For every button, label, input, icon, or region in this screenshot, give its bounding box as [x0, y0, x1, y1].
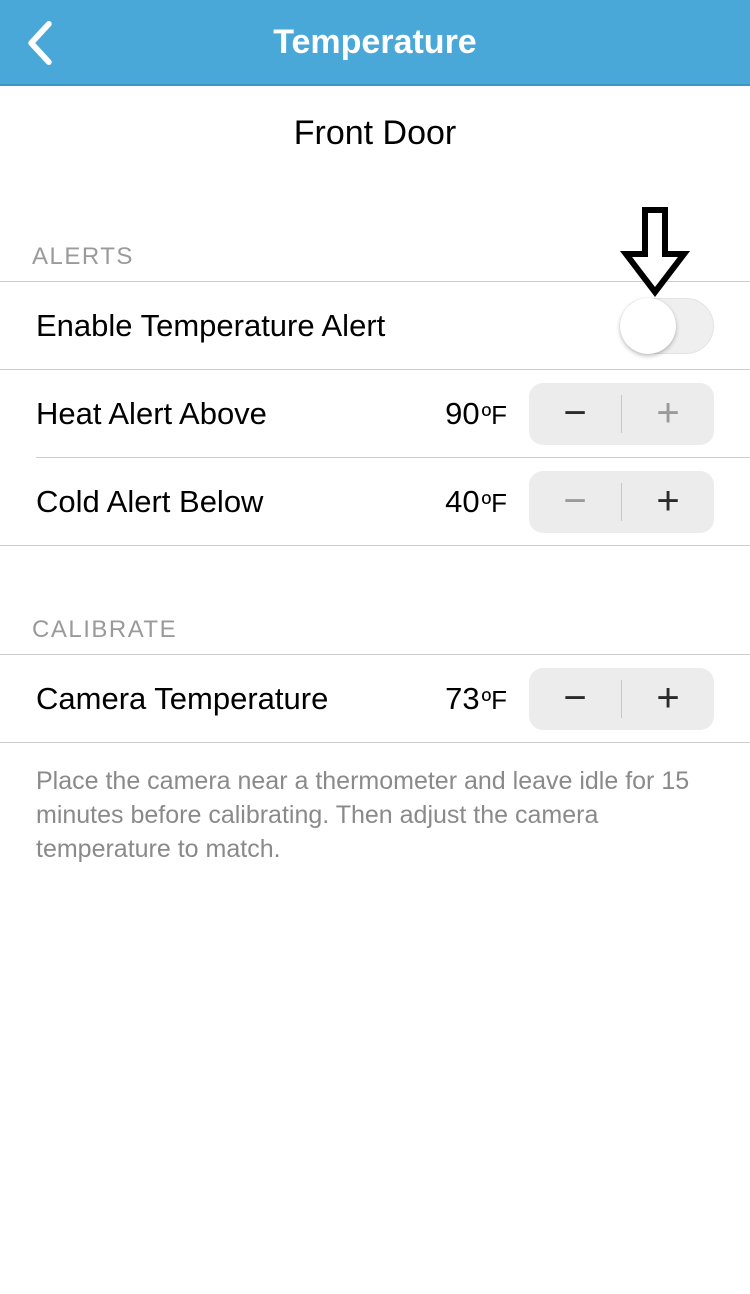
toggle-knob [620, 298, 676, 354]
camera-temp-stepper: − + [529, 668, 714, 730]
calibrate-note: Place the camera near a thermometer and … [0, 743, 750, 888]
plus-icon: + [656, 479, 679, 524]
camera-temp-unit: ºF [482, 685, 507, 716]
cold-alert-number: 40 [445, 484, 479, 520]
plus-icon: + [656, 676, 679, 721]
row-camera-temp: Camera Temperature 73ºF − + [0, 655, 750, 743]
heat-alert-value: 90ºF [445, 396, 507, 432]
page-title: Temperature [0, 23, 750, 62]
app-header: Temperature [0, 0, 750, 86]
heat-alert-unit: ºF [482, 400, 507, 431]
cold-alert-increment[interactable]: + [622, 471, 714, 533]
heat-alert-stepper: − + [529, 383, 714, 445]
camera-temp-value: 73ºF [445, 681, 507, 717]
minus-icon: − [563, 479, 586, 524]
back-button[interactable] [10, 0, 70, 86]
camera-temp-number: 73 [445, 681, 479, 717]
section-heading-alerts: ALERTS [0, 163, 750, 281]
heat-alert-increment[interactable]: + [622, 383, 714, 445]
row-heat-alert: Heat Alert Above 90ºF − + [36, 370, 750, 458]
alerts-group: Enable Temperature Alert Heat Alert Abov… [0, 281, 750, 546]
section-heading-calibrate: CALIBRATE [0, 546, 750, 654]
heat-alert-label: Heat Alert Above [36, 396, 445, 432]
cold-alert-label: Cold Alert Below [36, 484, 445, 520]
camera-temp-decrement[interactable]: − [529, 668, 621, 730]
cold-alert-stepper: − + [529, 471, 714, 533]
enable-alert-toggle[interactable] [620, 298, 714, 354]
minus-icon: − [563, 676, 586, 721]
cold-alert-value: 40ºF [445, 484, 507, 520]
heat-alert-decrement[interactable]: − [529, 383, 621, 445]
row-enable-alert: Enable Temperature Alert [0, 282, 750, 370]
cold-alert-decrement[interactable]: − [529, 471, 621, 533]
camera-temp-label: Camera Temperature [36, 681, 445, 717]
device-name: Front Door [0, 86, 750, 163]
chevron-left-icon [26, 21, 54, 65]
camera-temp-increment[interactable]: + [622, 668, 714, 730]
enable-alert-label: Enable Temperature Alert [36, 308, 620, 344]
minus-icon: − [563, 391, 586, 436]
heat-alert-number: 90 [445, 396, 479, 432]
cold-alert-unit: ºF [482, 488, 507, 519]
calibrate-group: Camera Temperature 73ºF − + [0, 654, 750, 743]
plus-icon: + [656, 391, 679, 436]
row-cold-alert: Cold Alert Below 40ºF − + [0, 458, 750, 546]
